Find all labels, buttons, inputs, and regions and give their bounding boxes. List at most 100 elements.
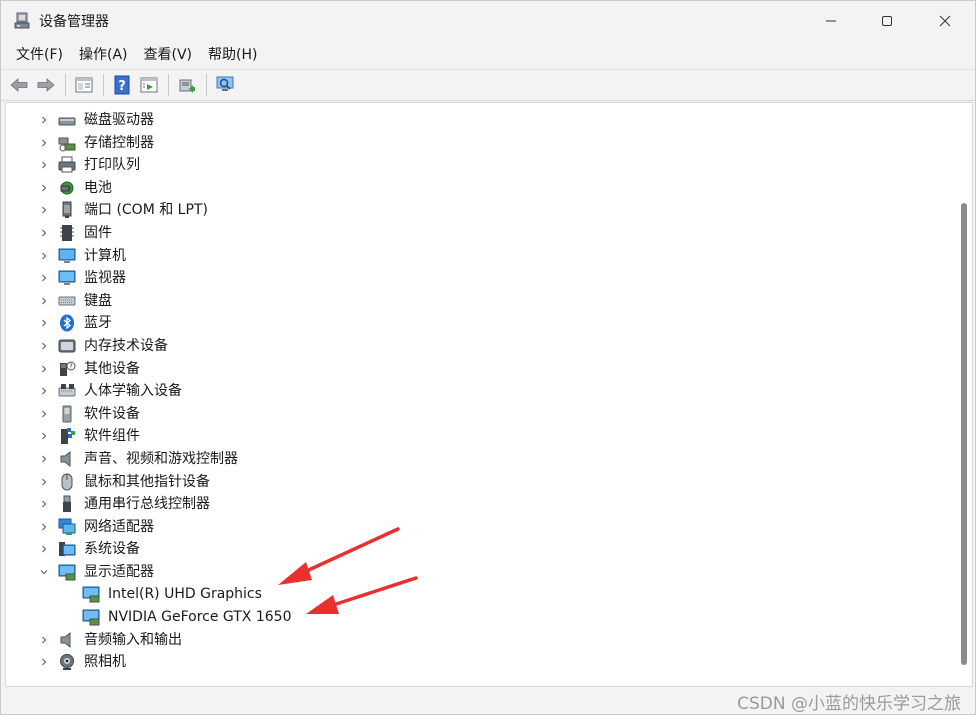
chevron-right-icon[interactable]: [39, 183, 49, 193]
watermark: CSDN @小蓝的快乐学习之旅: [737, 694, 961, 714]
tree-item-cameras[interactable]: 照相机: [6, 651, 956, 674]
chevron-right-icon[interactable]: [39, 364, 49, 374]
maximize-icon: [882, 16, 892, 26]
tree-item-label: 存储控制器: [84, 134, 154, 151]
tree-item-display-adapters[interactable]: 显示适配器: [6, 561, 956, 584]
chevron-right-icon[interactable]: [39, 386, 49, 396]
monitor-icon: [58, 270, 76, 286]
display-adapter-icon: [58, 564, 76, 581]
tree-item-network-adapters[interactable]: 网络适配器: [6, 516, 956, 539]
tree-item-label: 音频输入和输出: [84, 631, 182, 648]
tree-item-other-devices[interactable]: ? 其他设备: [6, 358, 956, 381]
tree-item-bluetooth[interactable]: 蓝牙: [6, 312, 956, 335]
maximize-button[interactable]: [860, 1, 914, 41]
display-adapter-icon: [82, 586, 100, 603]
toolbar-separator: [168, 74, 169, 96]
chevron-right-icon[interactable]: [39, 138, 49, 148]
tree-item-system-devices[interactable]: 系统设备: [6, 538, 956, 561]
port-icon: [62, 201, 72, 219]
tree-item-audio-io[interactable]: 音频输入和输出: [6, 629, 956, 652]
tree-item-software-components[interactable]: 软件组件: [6, 425, 956, 448]
chevron-right-icon[interactable]: [39, 318, 49, 328]
chevron-down-icon[interactable]: [39, 567, 49, 577]
tree-item-label: 网络适配器: [84, 518, 154, 535]
chevron-right-icon[interactable]: [39, 115, 49, 125]
chevron-right-icon[interactable]: [39, 635, 49, 645]
scan-hardware-button[interactable]: [213, 73, 237, 97]
camera-icon: [60, 654, 74, 671]
chevron-right-icon[interactable]: [39, 160, 49, 170]
tree-item-keyboards[interactable]: 键盘: [6, 290, 956, 313]
tree-item-sound-controllers[interactable]: 声音、视频和游戏控制器: [6, 448, 956, 471]
update-driver-button[interactable]: [175, 73, 199, 97]
printer-icon: [58, 156, 76, 173]
software-component-icon: [61, 428, 75, 445]
toolbar-separator: [65, 74, 66, 96]
help-button[interactable]: ?: [110, 73, 134, 97]
tree-item-label: 蓝牙: [84, 315, 112, 332]
tree-item-storage-controllers[interactable]: 存储控制器: [6, 132, 956, 155]
network-adapter-icon: [58, 518, 76, 535]
tree-item-nvidia-gtx-1650[interactable]: NVIDIA GeForce GTX 1650: [6, 606, 956, 629]
back-button[interactable]: [7, 73, 31, 97]
chevron-right-icon[interactable]: [39, 251, 49, 261]
status-bar: CSDN @小蓝的快乐学习之旅: [1, 688, 975, 714]
chevron-right-icon[interactable]: [39, 454, 49, 464]
menu-bar: 文件(F) 操作(A) 查看(V) 帮助(H): [1, 41, 975, 69]
chevron-right-icon[interactable]: [39, 544, 49, 554]
tree-item-label: 其他设备: [84, 360, 140, 377]
tree-item-label: 监视器: [84, 270, 126, 287]
chevron-right-icon[interactable]: [39, 409, 49, 419]
tree-item-label: 系统设备: [84, 541, 140, 558]
tree-item-label: Intel(R) UHD Graphics: [108, 586, 262, 603]
forward-button[interactable]: [34, 73, 58, 97]
tree-item-intel-uhd-graphics[interactable]: Intel(R) UHD Graphics: [6, 583, 956, 606]
window-title: 设备管理器: [39, 14, 109, 30]
tree-item-memory-devices[interactable]: 内存技术设备: [6, 335, 956, 358]
system-device-icon: [59, 542, 76, 557]
chevron-right-icon[interactable]: [39, 477, 49, 487]
tree-item-label: 软件组件: [84, 428, 140, 445]
chevron-right-icon[interactable]: [39, 341, 49, 351]
device-tree: 磁盘驱动器 存储控制器 打印队列 电池 端口 (COM 和 LPT) 固件 计算…: [6, 109, 956, 674]
tree-item-batteries[interactable]: 电池: [6, 177, 956, 200]
minimize-button[interactable]: [804, 1, 858, 41]
scrollbar-thumb[interactable]: [961, 203, 967, 665]
svg-text:?: ?: [69, 362, 73, 370]
show-hidden-button[interactable]: [137, 73, 161, 97]
tree-item-print-queues[interactable]: 打印队列: [6, 154, 956, 177]
tree-item-label: 端口 (COM 和 LPT): [84, 202, 208, 219]
scan-hardware-icon: [216, 76, 234, 91]
tree-item-hid[interactable]: 人体学输入设备: [6, 380, 956, 403]
menu-help[interactable]: 帮助(H): [200, 42, 265, 68]
chevron-right-icon[interactable]: [39, 228, 49, 238]
chevron-right-icon[interactable]: [39, 296, 49, 306]
memory-device-icon: [58, 339, 76, 353]
properties-button[interactable]: [72, 73, 96, 97]
keyboard-icon: [58, 296, 76, 306]
tree-item-monitors[interactable]: 监视器: [6, 267, 956, 290]
chevron-right-icon[interactable]: [39, 657, 49, 667]
chevron-right-icon[interactable]: [39, 499, 49, 509]
tree-item-firmware[interactable]: 固件: [6, 222, 956, 245]
close-button[interactable]: [918, 1, 972, 41]
tree-item-usb-controllers[interactable]: 通用串行总线控制器: [6, 493, 956, 516]
chevron-right-icon[interactable]: [39, 431, 49, 441]
tree-item-disk-drives[interactable]: 磁盘驱动器: [6, 109, 956, 132]
tree-item-mice[interactable]: 鼠标和其他指针设备: [6, 471, 956, 494]
tree-item-computer[interactable]: 计算机: [6, 245, 956, 268]
tree-item-software-devices[interactable]: 软件设备: [6, 403, 956, 426]
chevron-right-icon[interactable]: [39, 522, 49, 532]
tree-item-label: 照相机: [84, 654, 126, 671]
chevron-right-icon[interactable]: [39, 273, 49, 283]
menu-view[interactable]: 查看(V): [136, 42, 201, 68]
title-bar[interactable]: 设备管理器: [1, 1, 975, 41]
usb-icon: [63, 495, 71, 513]
chevron-right-icon[interactable]: [39, 205, 49, 215]
display-adapter-icon: [82, 609, 100, 626]
vertical-scrollbar[interactable]: [956, 103, 972, 686]
menu-file[interactable]: 文件(F): [8, 42, 71, 68]
menu-action[interactable]: 操作(A): [71, 42, 136, 68]
tree-item-ports[interactable]: 端口 (COM 和 LPT): [6, 199, 956, 222]
storage-controller-icon: [58, 137, 76, 152]
